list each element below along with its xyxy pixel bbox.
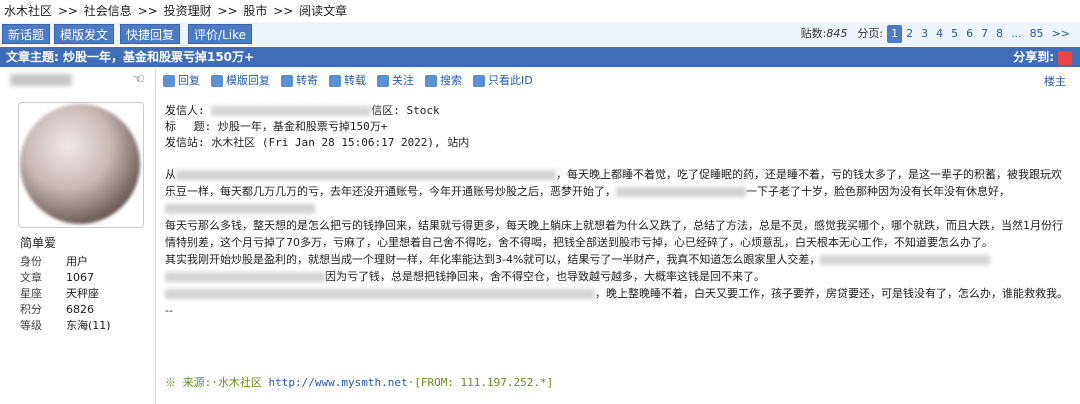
pages-label: 分页: [857, 27, 884, 40]
breadcrumb-sep: >> [137, 4, 158, 18]
only-this-id-button[interactable]: 只看此ID [473, 72, 533, 90]
page-link[interactable]: 1 [887, 25, 903, 43]
post-source: ※ 来源:·水木社区 http://www.mysmth.net·[FROM: … [165, 374, 553, 390]
breadcrumb-item-society[interactable]: 社会信息 [84, 4, 132, 18]
redacted-text [176, 170, 556, 180]
rate-like-button[interactable]: 评价/Like [188, 24, 252, 44]
breadcrumb-sep: >> [57, 4, 78, 18]
template-post-button[interactable]: 模版发文 [54, 24, 115, 44]
post-actions: 回复 模版回复 转寄 转载 关注 搜索 只看此ID [163, 72, 544, 90]
redacted-text [165, 272, 325, 282]
sender-redacted [211, 106, 372, 116]
page-link[interactable]: 4 [932, 25, 947, 43]
reply-icon [163, 75, 175, 87]
site-line: 发信站: 水木社区 (Fri Jan 28 15:06:17 2022), 站内 [165, 136, 470, 149]
page-link[interactable]: 2 [902, 25, 917, 43]
post-count: 845 [826, 27, 848, 40]
user-panel: ☜ 简单爱 身份 用户 文章 1067 星座 天秤座 积分 6826 等级 东海(11) [0, 68, 156, 404]
pager: 贴数: 845 分页: 1 2 3 4 5 6 7 8 ... 85 >> [801, 25, 1074, 43]
share-area: 分享到: [1013, 47, 1072, 67]
redacted-text [616, 187, 746, 197]
user-nickname: 简单爱 [20, 236, 57, 250]
page-link[interactable]: 3 [917, 25, 932, 43]
breadcrumb-item-stock[interactable]: 股市 [243, 4, 267, 18]
stat-row: 文章 1067 [20, 271, 94, 284]
search-icon [425, 75, 437, 87]
source-url-link[interactable]: http://www.mysmth.net [269, 376, 408, 389]
template-reply-button[interactable]: 模版回复 [211, 72, 270, 90]
from-label: 发信人: [165, 104, 205, 117]
post-header: 发信人: 信区: Stock 标 题: 炒股一年，基金和股票亏掉150万+ 发信… [165, 103, 469, 151]
forward-button[interactable]: 转寄 [281, 72, 318, 90]
page-link[interactable]: 85 [1026, 25, 1048, 43]
body-text: 从 [165, 168, 176, 181]
user-icon [473, 75, 485, 87]
body-text: 每天亏那么多钱，整天想的是怎么把亏的钱挣回来，结果就亏得更多，每天晚上躺床上就想… [165, 219, 1063, 249]
breadcrumb-item-invest[interactable]: 投资理财 [164, 4, 212, 18]
body-text: ，晚上整晚睡不着，白天又要工作，孩子要养，房贷要还，可是钱没有了，怎么办，谁能救… [595, 287, 1068, 300]
breadcrumb-item-site[interactable]: 水木社区 [4, 4, 52, 18]
stat-row: 身份 用户 [20, 255, 88, 268]
repost-icon [329, 75, 341, 87]
subject-bar: 文章主题: 炒股一年，基金和股票亏掉150万+ 分享到: [0, 47, 1080, 67]
body-text: 一下子老了十岁，脸色那种因为没有长年没有休息好， [746, 185, 1010, 198]
redacted-text [165, 289, 595, 299]
search-button[interactable]: 搜索 [425, 72, 462, 90]
page-ellipsis: ... [1011, 27, 1022, 40]
subject-title: 文章主题: 炒股一年，基金和股票亏掉150万+ [6, 50, 255, 64]
stat-row: 等级 东海(11) [20, 319, 111, 332]
breadcrumb-sep: >> [217, 4, 238, 18]
template-icon [211, 75, 223, 87]
weibo-share-icon[interactable] [1058, 50, 1072, 65]
plus-icon [377, 75, 389, 87]
follow-button[interactable]: 关注 [377, 72, 414, 90]
stat-row: 星座 天秤座 [20, 287, 99, 300]
quick-reply-button[interactable]: 快捷回复 [120, 24, 181, 44]
redacted-text [165, 204, 315, 214]
next-pages-link[interactable]: >> [1048, 25, 1074, 43]
user-stats: 身份 用户 文章 1067 星座 天秤座 积分 6826 等级 东海(11) [20, 254, 111, 334]
source-prefix: ※ 来源:·水木社区 [165, 376, 269, 389]
username-redacted [10, 74, 72, 86]
body-text: 因为亏了钱，总是想把钱挣回来，舍不得空仓，也导致越亏越多，大概率这钱是回不来了。 [325, 270, 765, 283]
share-label: 分享到: [1013, 50, 1054, 64]
page-link[interactable]: 6 [962, 25, 977, 43]
post-body: 从，每天晚上都睡不着觉，吃了促睡眠的药，还是睡不着，亏的钱太多了，是这一辈子的积… [165, 166, 1069, 319]
post-count-label: 贴数: [800, 27, 827, 40]
signature-dashes: -- [165, 304, 173, 317]
avatar[interactable] [20, 104, 140, 224]
floor-label: 楼主 [1044, 75, 1066, 88]
reply-button[interactable]: 回复 [163, 72, 200, 90]
forward-icon [281, 75, 293, 87]
page-link[interactable]: 8 [992, 25, 1007, 43]
breadcrumb: 水木社区 >> 社会信息 >> 投资理财 >> 股市 >> 阅读文章 [0, 0, 1080, 22]
board-info: 信区: Stock [371, 104, 440, 117]
toolbar: 新话题 模版发文 快捷回复 评价/Like 贴数: 845 分页: 1 2 3 … [0, 22, 1080, 46]
page-link[interactable]: 7 [977, 25, 992, 43]
hand-pointer-icon[interactable]: ☜ [133, 72, 145, 87]
body-text: 其实我刚开始炒股是盈利的，就想当成一个理财一样，年化率能达到3-4%就可以，结果… [165, 253, 821, 266]
stat-row: 积分 6826 [20, 303, 94, 316]
page-link[interactable]: 5 [947, 25, 962, 43]
breadcrumb-item-read: 阅读文章 [299, 4, 348, 18]
title-line: 标 题: 炒股一年，基金和股票亏掉150万+ [165, 120, 388, 133]
source-ip: ·[FROM: 111.197.252.*] [407, 376, 554, 389]
repost-button[interactable]: 转载 [329, 72, 366, 90]
breadcrumb-sep: >> [273, 4, 294, 18]
new-topic-button[interactable]: 新话题 [2, 24, 51, 44]
redacted-text [820, 255, 991, 265]
